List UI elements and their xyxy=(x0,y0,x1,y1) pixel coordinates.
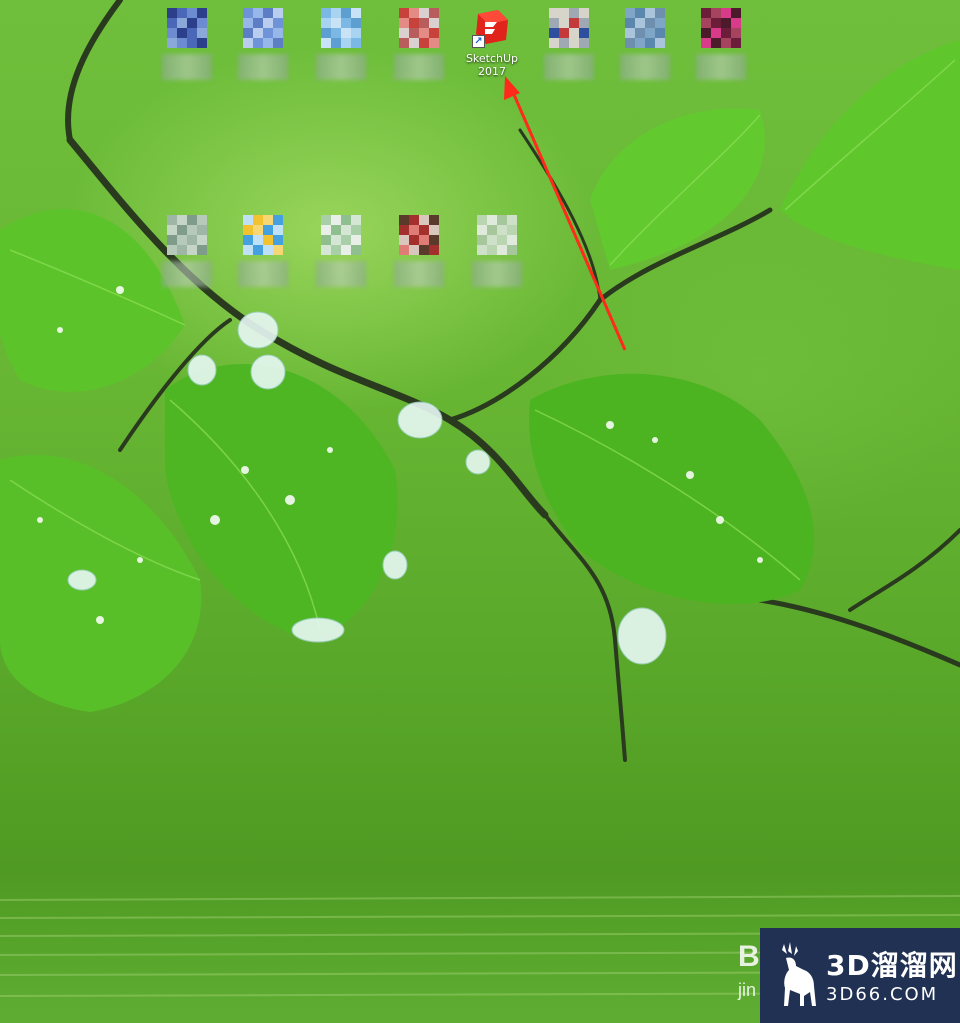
pixelated-caption xyxy=(394,261,444,287)
pixelated-desktop-icon[interactable] xyxy=(384,8,454,80)
pixelated-app-icon xyxy=(625,8,665,48)
site-watermark: 3D溜溜网 3D66.COM xyxy=(760,928,960,1023)
pixelated-desktop-icon[interactable] xyxy=(384,215,454,287)
pixelated-desktop-icon[interactable] xyxy=(152,215,222,287)
pixelated-caption xyxy=(162,54,212,80)
pixelated-desktop-icon[interactable] xyxy=(152,8,222,80)
pixelated-desktop-icon[interactable] xyxy=(306,8,376,80)
shortcut-label-line2: 2017 xyxy=(478,65,506,78)
pixelated-desktop-icon[interactable] xyxy=(462,215,532,287)
pixelated-desktop-icon[interactable] xyxy=(306,215,376,287)
shortcut-arrow-icon: ↗ xyxy=(472,35,485,48)
pixelated-app-icon xyxy=(477,215,517,255)
baidu-watermark-sub: jin xyxy=(738,980,757,1000)
pixelated-caption xyxy=(472,261,522,287)
pixelated-app-icon xyxy=(321,8,361,48)
pixelated-caption xyxy=(620,54,670,80)
pixelated-caption xyxy=(238,54,288,80)
pixelated-app-icon xyxy=(399,215,439,255)
pixelated-app-icon xyxy=(701,8,741,48)
sketchup-icon: ↗ xyxy=(472,8,512,48)
pixelated-desktop-icon[interactable] xyxy=(534,8,604,80)
pixelated-desktop-icon[interactable] xyxy=(610,8,680,80)
pixelated-caption xyxy=(316,261,366,287)
leaves-illustration xyxy=(0,0,960,997)
watermark-brand: 3D溜溜网 xyxy=(826,949,958,982)
shortcut-label-line1: SketchUp xyxy=(465,52,519,65)
pixelated-app-icon xyxy=(243,8,283,48)
pixelated-desktop-icon[interactable] xyxy=(686,8,756,80)
deer-icon xyxy=(782,942,816,1006)
pixelated-caption xyxy=(238,261,288,287)
pixelated-app-icon xyxy=(549,8,589,48)
sketchup-shortcut[interactable]: ↗ SketchUp 2017 xyxy=(457,8,527,78)
pixelated-desktop-icon[interactable] xyxy=(228,8,298,80)
desktop-wallpaper xyxy=(0,0,960,1023)
pixelated-app-icon xyxy=(399,8,439,48)
pixelated-app-icon xyxy=(167,215,207,255)
pixelated-caption xyxy=(162,261,212,287)
pixelated-caption xyxy=(696,54,746,80)
pixelated-app-icon xyxy=(321,215,361,255)
pixelated-caption xyxy=(316,54,366,80)
baidu-watermark: B xyxy=(738,940,760,973)
pixelated-caption xyxy=(544,54,594,80)
watermark-domain: 3D66.COM xyxy=(826,984,939,1005)
pixelated-desktop-icon[interactable] xyxy=(228,215,298,287)
pixelated-caption xyxy=(394,54,444,80)
pixelated-app-icon xyxy=(167,8,207,48)
pixelated-app-icon xyxy=(243,215,283,255)
